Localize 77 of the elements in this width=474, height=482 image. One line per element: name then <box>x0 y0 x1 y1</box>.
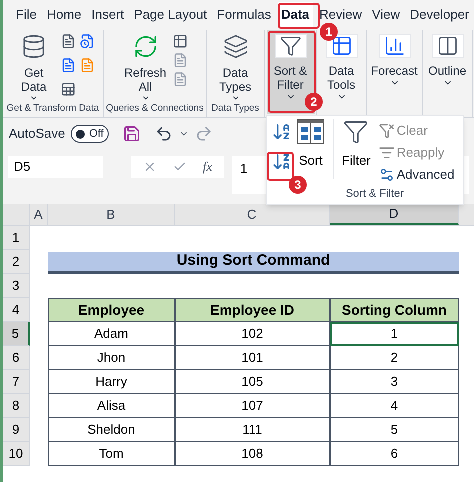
filter-button[interactable]: Filter <box>342 119 371 186</box>
ribbon-tab[interactable]: Insert <box>88 2 128 28</box>
table-icon[interactable] <box>61 82 76 97</box>
file-clock-icon[interactable] <box>80 34 95 49</box>
table-cell: 107 <box>175 394 330 418</box>
ribbon-button[interactable]: Data Types <box>212 30 258 102</box>
filter-clear-icon <box>378 123 395 139</box>
table-cell: 6 <box>330 442 459 466</box>
table-cell: 1 <box>330 322 459 346</box>
ribbon-button[interactable]: Get Data <box>11 30 57 102</box>
table-cell: 5 <box>330 418 459 442</box>
row-header[interactable]: 10 <box>3 442 30 466</box>
undo-icon[interactable] <box>154 125 173 143</box>
file-icon[interactable] <box>61 34 76 49</box>
row-header[interactable]: 3 <box>3 274 30 298</box>
function-button[interactable]: fx <box>203 157 212 177</box>
column-header[interactable]: A <box>30 204 48 225</box>
table-cell: Jhon <box>48 346 175 370</box>
row-header[interactable]: 8 <box>3 394 30 418</box>
chart-icon <box>384 35 406 57</box>
group-label: Data Types <box>212 102 260 116</box>
columns-icon <box>436 35 458 57</box>
advanced-button[interactable]: Advanced <box>378 165 455 185</box>
column-header[interactable]: D <box>330 204 459 225</box>
filter-icon <box>378 145 395 161</box>
ribbon-tab[interactable]: Developer <box>407 2 472 28</box>
row-header[interactable]: 4 <box>3 298 30 322</box>
save-icon[interactable] <box>122 125 141 143</box>
ribbon-tab[interactable]: View <box>369 2 404 28</box>
table-icon[interactable] <box>172 34 188 49</box>
table-cell: 105 <box>175 370 330 394</box>
table-header: Sorting Column <box>330 298 459 322</box>
sort-grid-icon <box>297 119 325 145</box>
table-cell: 3 <box>330 370 459 394</box>
table-cell: Harry <box>48 370 175 394</box>
row-header[interactable]: 2 <box>3 250 30 274</box>
name-box[interactable]: D5 <box>8 156 103 178</box>
filter-icon <box>280 35 302 57</box>
autosave-label: AutoSave <box>9 125 66 144</box>
table-cell: Sheldon <box>48 418 175 442</box>
row-header[interactable]: 5 <box>3 322 30 346</box>
ribbon-tab[interactable]: Home <box>44 2 85 28</box>
group-label: Queries & Connections <box>106 102 204 116</box>
cancel-icon[interactable] <box>143 160 157 174</box>
table-cell: 2 <box>330 346 459 370</box>
table-header: Employee ID <box>175 298 330 322</box>
table-cell: 101 <box>175 346 330 370</box>
filter-settings-icon <box>378 167 395 183</box>
callout-box <box>278 3 320 29</box>
table-cell: Adam <box>48 322 175 346</box>
row-header[interactable]: 6 <box>3 346 30 370</box>
ribbon-tab[interactable]: File <box>13 2 40 28</box>
ribbon-button[interactable]: Refresh All <box>122 30 168 102</box>
group-label: Sort & Filter <box>346 186 404 202</box>
table-cell: 111 <box>175 418 330 442</box>
table-title: Using Sort Command <box>48 252 459 274</box>
ribbon-button[interactable]: Forecast <box>369 30 420 102</box>
table-icon <box>330 35 352 57</box>
table-cell: Tom <box>48 442 175 466</box>
sort-descending-icon[interactable] <box>272 152 292 172</box>
sort-ascending-icon[interactable] <box>272 122 292 142</box>
row-header[interactable]: 9 <box>3 418 30 442</box>
row-header[interactable]: 1 <box>3 226 30 250</box>
autosave-toggle[interactable]: Off <box>71 125 109 143</box>
ribbon-tab[interactable]: Page Layout <box>131 2 210 28</box>
ribbon-button[interactable]: Outline <box>426 30 469 102</box>
file-icon[interactable] <box>61 58 76 73</box>
group-label: Get & Transform Data <box>6 102 100 116</box>
ribbon-tab[interactable]: Formulas <box>214 2 274 28</box>
table-cell: Alisa <box>48 394 175 418</box>
row-header[interactable]: 7 <box>3 370 30 394</box>
table-cell: 4 <box>330 394 459 418</box>
table-cell: 102 <box>175 322 330 346</box>
table-cell: 108 <box>175 442 330 466</box>
filter-icon <box>343 119 370 145</box>
column-header[interactable]: B <box>48 204 175 225</box>
table-header: Employee <box>48 298 175 322</box>
